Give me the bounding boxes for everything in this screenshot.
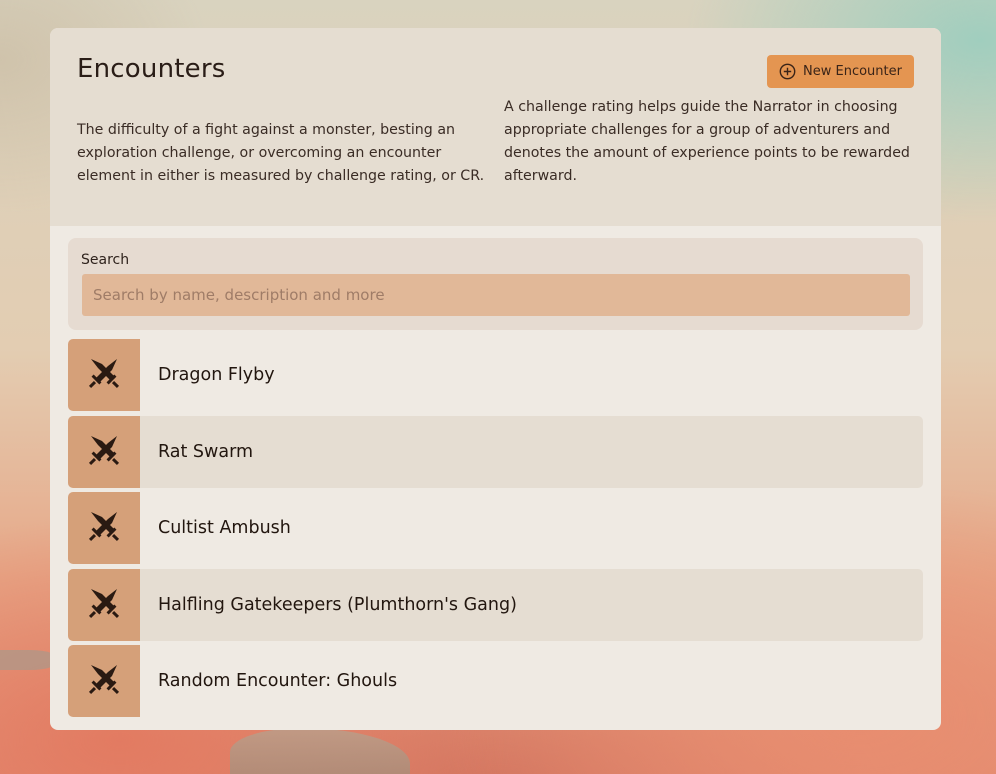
encounter-name: Halfling Gatekeepers (Plumthorn's Gang) — [158, 594, 517, 615]
encounter-name: Dragon Flyby — [158, 365, 275, 385]
encounter-list-item[interactable]: Dragon Flyby — [68, 339, 923, 411]
encounter-icon-tile — [68, 415, 140, 488]
crossed-swords-icon — [85, 660, 123, 702]
plus-circle-icon — [779, 63, 796, 80]
search-input[interactable] — [82, 274, 910, 316]
encounter-list: Dragon Flyby Rat Swarm Cultist Ambush Ha… — [68, 339, 923, 722]
encounter-name: Cultist Ambush — [158, 518, 291, 538]
encounter-list-item[interactable]: Rat Swarm — [68, 415, 923, 488]
encounter-icon-tile — [68, 568, 140, 641]
encounter-name: Rat Swarm — [158, 441, 254, 462]
encounters-card: Encounters New Encounter The difficulty … — [50, 28, 941, 730]
crossed-swords-icon — [85, 507, 123, 549]
search-panel: Search — [68, 238, 923, 330]
crossed-swords-icon — [85, 431, 123, 473]
search-label: Search — [81, 252, 130, 268]
encounter-list-item[interactable]: Cultist Ambush — [68, 492, 923, 564]
background-branch-shape — [230, 728, 410, 774]
new-encounter-button[interactable]: New Encounter — [767, 55, 914, 88]
page-title: Encounters — [77, 54, 226, 84]
crossed-swords-icon — [85, 354, 123, 396]
encounter-list-item[interactable]: Halfling Gatekeepers (Plumthorn's Gang) — [68, 568, 923, 641]
encounter-icon-tile — [68, 339, 140, 411]
description-left: The difficulty of a fight against a mons… — [77, 122, 485, 184]
card-header: Encounters New Encounter The difficulty … — [50, 28, 941, 226]
new-encounter-button-label: New Encounter — [803, 64, 902, 79]
encounter-list-item[interactable]: Random Encounter: Ghouls — [68, 645, 923, 717]
encounter-icon-tile — [68, 645, 140, 717]
encounter-name: Random Encounter: Ghouls — [158, 671, 398, 691]
description-right: A challenge rating helps guide the Narra… — [504, 99, 910, 184]
crossed-swords-icon — [85, 584, 123, 626]
encounter-icon-tile — [68, 492, 140, 564]
